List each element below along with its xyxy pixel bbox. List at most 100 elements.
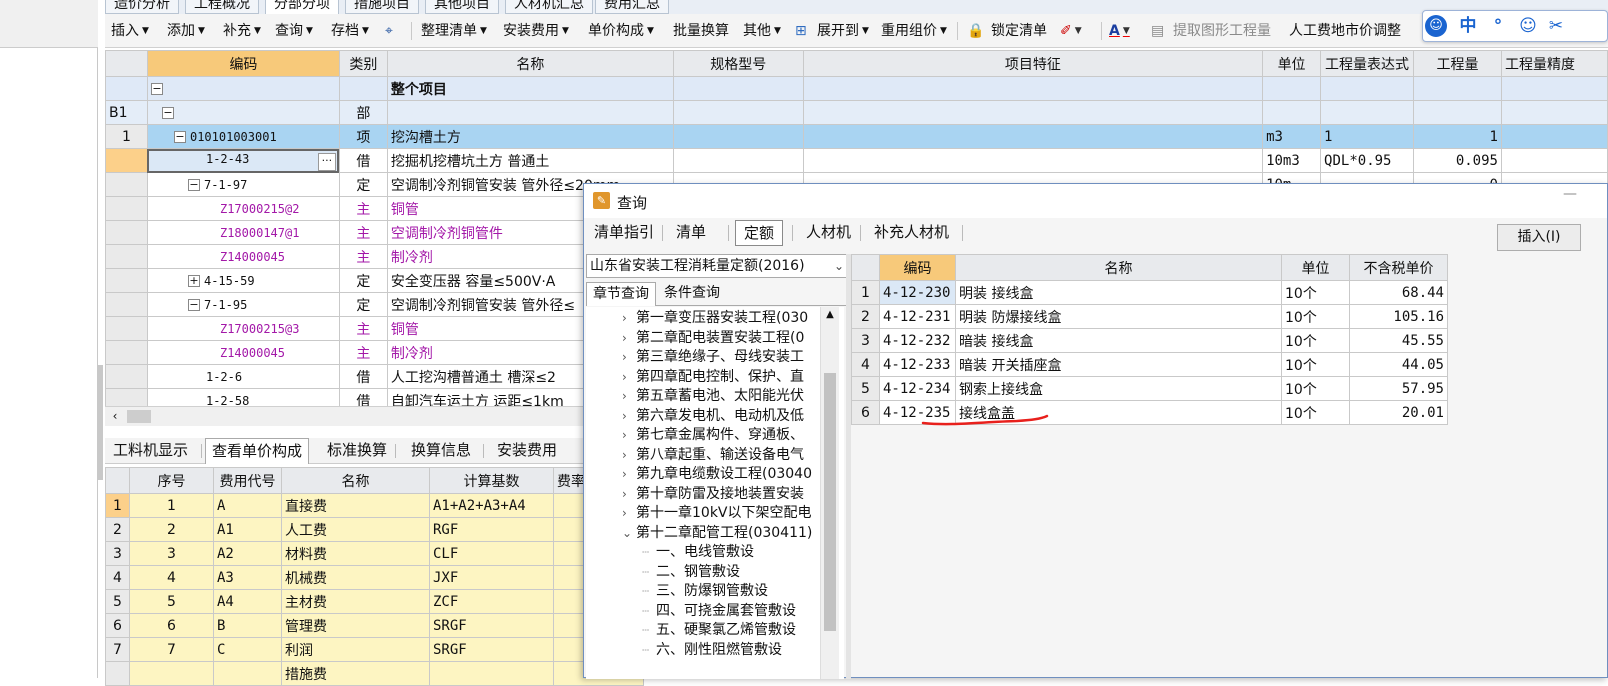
- tab-quota[interactable]: 定额: [735, 220, 784, 246]
- tab-other-items[interactable]: 其他项目: [425, 0, 499, 14]
- chevron-right-icon[interactable]: ›: [622, 446, 636, 465]
- lock-list-button[interactable]: 锁定清单: [991, 22, 1047, 40]
- tree-chapter-node[interactable]: › 第九章电缆敷设工程(03040: [622, 465, 812, 484]
- horizontal-scrollbar[interactable]: ‹: [105, 406, 583, 426]
- table-row[interactable]: 1 4-12-230 明装 接线盒 10个 68.44: [851, 280, 1448, 305]
- table-row[interactable]: B1 − 部: [105, 100, 1608, 125]
- collapse-icon[interactable]: −: [150, 82, 163, 95]
- table-row[interactable]: − 整个项目: [105, 76, 1608, 101]
- tab-supplement-material[interactable]: 补充人材机: [866, 220, 957, 246]
- tree-chapter-node[interactable]: › 第二章配电装置安装工程(0: [622, 329, 804, 348]
- table-row[interactable]: 4 4 A3 机械费 JXF: [105, 565, 644, 590]
- chevron-right-icon[interactable]: ›: [622, 348, 636, 367]
- collapse-icon[interactable]: −: [161, 106, 174, 119]
- tab-unit-price-composition[interactable]: 查看单价构成: [205, 438, 310, 464]
- quota-library-select[interactable]: 山东省安装工程消耗量定额(2016) ⌄: [586, 254, 848, 278]
- extract-graphics-qty-button[interactable]: 提取图形工程量: [1173, 22, 1271, 40]
- table-row[interactable]: 2 2 A1 人工费 RGF: [105, 517, 644, 542]
- tab-labor-material[interactable]: 人材机: [798, 220, 859, 246]
- col-header-price[interactable]: 不含税单价: [1349, 254, 1448, 281]
- table-row[interactable]: 1-2-43 ··· 借 挖掘机挖槽坑土方 普通土 10m3 QDL*0.95 0…: [105, 148, 1608, 173]
- supplement-menu[interactable]: 补充 ▼: [223, 22, 261, 40]
- labor-fee-adjust-button[interactable]: 人工费地市价调整: [1289, 22, 1401, 40]
- col-header-precision[interactable]: 工程量精度: [1500, 50, 1608, 77]
- insert-menu[interactable]: 插入 ▼: [111, 22, 149, 40]
- tab-list-guide[interactable]: 清单指引: [586, 220, 662, 246]
- tab-conversion-info[interactable]: 换算信息: [405, 438, 477, 464]
- col-header-fee-code[interactable]: 费用代号: [213, 467, 282, 494]
- lock-icon[interactable]: 🔒: [967, 22, 984, 40]
- chevron-right-icon[interactable]: ›: [622, 504, 636, 523]
- other-menu[interactable]: 其他 ▼: [743, 22, 781, 40]
- scroll-left-icon[interactable]: ‹: [105, 407, 125, 426]
- archive-menu[interactable]: 存档 ▼: [331, 22, 369, 40]
- ellipsis-button[interactable]: ···: [317, 152, 336, 171]
- tree-chapter-node[interactable]: › 第四章配电控制、保护、直: [622, 368, 804, 387]
- fill-color-icon[interactable]: ✐ ▼: [1060, 22, 1082, 40]
- binoculars-icon[interactable]: ⌖: [385, 22, 393, 40]
- batch-convert-button[interactable]: 批量换算: [673, 22, 729, 40]
- col-header-qty-expr[interactable]: 工程量表达式: [1320, 50, 1415, 77]
- table-row[interactable]: 6 6 B 管理费 SRGF: [105, 613, 644, 638]
- tab-condition-search[interactable]: 条件查询: [658, 282, 726, 306]
- table-row[interactable]: 3 4-12-232 暗装 接线盒 10个 45.55: [851, 328, 1448, 353]
- col-header-spec[interactable]: 规格型号: [672, 50, 804, 77]
- table-row[interactable]: 4 4-12-233 暗装 开关插座盒 10个 44.05: [851, 352, 1448, 377]
- scroll-thumb[interactable]: [127, 410, 151, 423]
- tab-standard-conversion[interactable]: 标准换算: [321, 438, 393, 464]
- tree-chapter-node[interactable]: › 第五章蓄电池、太阳能光伏: [622, 387, 804, 406]
- tab-cost-analysis[interactable]: 造价分析: [105, 0, 179, 14]
- table-row[interactable]: 措施费: [105, 661, 644, 686]
- chevron-right-icon[interactable]: ›: [622, 387, 636, 406]
- user-icon[interactable]: ☺: [1425, 15, 1447, 37]
- col-header-code[interactable]: 编码: [146, 50, 340, 77]
- table-row[interactable]: 7 7 C 利润 SRGF: [105, 637, 644, 662]
- tree-chapter-node[interactable]: › 第七章金属构件、穿通板、: [622, 426, 804, 445]
- tab-subdivision-items[interactable]: 分部分项: [265, 0, 339, 14]
- col-header-quota-name[interactable]: 名称: [955, 254, 1282, 281]
- chevron-down-icon[interactable]: ⌄: [622, 524, 636, 543]
- tree-section-node[interactable]: ┄ 六、刚性阻燃管敷设: [642, 641, 782, 660]
- minimize-button[interactable]: —: [1563, 186, 1577, 202]
- add-menu[interactable]: 添加 ▼: [167, 22, 205, 40]
- col-header-quota-unit[interactable]: 单位: [1281, 254, 1350, 281]
- chevron-right-icon[interactable]: ›: [622, 309, 636, 328]
- scroll-thumb[interactable]: [824, 373, 836, 631]
- table-row[interactable]: 5 4-12-234 钢索上接线盒 10个 57.95: [851, 376, 1448, 401]
- col-header-base[interactable]: 计算基数: [429, 467, 554, 494]
- tree-section-node[interactable]: ┄ 四、可挠金属套管敷设: [642, 602, 796, 621]
- unit-price-menu[interactable]: 单价构成 ▼: [588, 22, 654, 40]
- chevron-right-icon[interactable]: ›: [622, 465, 636, 484]
- table-row[interactable]: 5 5 A4 主材费 ZCF: [105, 589, 644, 614]
- chevron-right-icon[interactable]: ›: [622, 485, 636, 504]
- table-row[interactable]: 1 −010101003001 项 挖沟槽土方 m3 1 1: [105, 124, 1608, 149]
- tab-install-fee[interactable]: 安装费用: [491, 438, 563, 464]
- table-row[interactable]: 3 3 A2 材料费 CLF: [105, 541, 644, 566]
- tree-section-node[interactable]: ┄ 二、钢管敷设: [642, 563, 740, 582]
- query-menu[interactable]: 查询 ▼: [275, 22, 313, 40]
- chevron-right-icon[interactable]: ›: [622, 426, 636, 445]
- collapse-icon[interactable]: −: [173, 130, 186, 143]
- punctuation-icon[interactable]: °: [1485, 14, 1511, 38]
- tree-section-node[interactable]: ┄ 五、硬聚氯乙烯管敷设: [642, 621, 796, 640]
- col-header-quota-code[interactable]: 编码: [879, 254, 956, 281]
- col-header-name[interactable]: 名称: [386, 50, 674, 77]
- left-splitter[interactable]: [98, 365, 103, 480]
- tree-chapter-node[interactable]: › 第八章起重、输送设备电气: [622, 446, 804, 465]
- install-fee-menu[interactable]: 安装费用 ▼: [503, 22, 569, 40]
- table-row[interactable]: 1 1 A 直接费 A1+A2+A3+A4: [105, 493, 644, 518]
- tree-section-node[interactable]: ┄ 三、防爆钢管敷设: [642, 582, 768, 601]
- tree-chapter-node[interactable]: › 第三章绝缘子、母线安装工: [622, 348, 804, 367]
- tree-chapter-node[interactable]: ⌄ 第十二章配管工程(030411): [622, 524, 812, 543]
- emoji-icon[interactable]: ☺: [1515, 14, 1541, 38]
- organize-list-menu[interactable]: 整理清单 ▼: [421, 22, 487, 40]
- tree-chapter-node[interactable]: › 第十一章10kV以下架空配电: [622, 504, 812, 523]
- dialog-titlebar[interactable]: ✎ 查询 —: [584, 184, 1607, 218]
- col-header-type[interactable]: 类别: [338, 50, 388, 77]
- tab-project-overview[interactable]: 工程概况: [185, 0, 259, 14]
- expand-to-menu[interactable]: 展开到 ▼: [817, 22, 869, 40]
- col-header-fee-name[interactable]: 名称: [281, 467, 430, 494]
- col-header-seq[interactable]: 序号: [129, 467, 214, 494]
- scissors-icon[interactable]: ✂: [1543, 14, 1569, 38]
- chevron-right-icon[interactable]: ›: [622, 407, 636, 426]
